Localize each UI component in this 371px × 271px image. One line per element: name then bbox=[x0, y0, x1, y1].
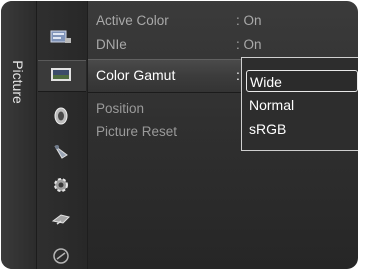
menu-item-label: DNIe bbox=[96, 37, 127, 52]
color-gamut-dropdown: Wide Normal sRGB bbox=[241, 57, 358, 151]
menu-item-label: Position bbox=[96, 101, 145, 116]
menu-item-label: Picture Reset bbox=[96, 124, 178, 139]
menu-icon-column bbox=[37, 1, 88, 269]
channel-icon[interactable] bbox=[48, 140, 74, 164]
option-label: sRGB bbox=[249, 121, 287, 137]
category-label: Picture bbox=[4, 45, 32, 119]
sound-icon[interactable] bbox=[48, 104, 74, 128]
dropdown-option-wide[interactable]: Wide bbox=[246, 70, 358, 92]
tv-osd-menu: Picture Active Color: On DNIe: On Colo… bbox=[1, 1, 358, 269]
dropdown-option-srgb[interactable]: sRGB bbox=[246, 118, 358, 140]
help-icon[interactable] bbox=[48, 244, 74, 268]
menu-item-value: : On bbox=[236, 37, 262, 52]
dropdown-option-normal[interactable]: Normal bbox=[246, 94, 358, 116]
support-icon[interactable] bbox=[48, 208, 74, 232]
menu-item-value: : On bbox=[236, 13, 262, 28]
menu-item-value: : bbox=[236, 67, 240, 83]
option-label: Wide bbox=[250, 74, 282, 90]
menu-item-dnie[interactable]: DNIe : On bbox=[96, 37, 356, 59]
option-label: Normal bbox=[249, 97, 295, 113]
menu-item-active-color[interactable]: Active Color : On bbox=[96, 13, 356, 35]
setup-icon[interactable] bbox=[48, 173, 74, 197]
category-strip: Picture bbox=[1, 1, 37, 269]
picture-icon[interactable] bbox=[38, 60, 86, 92]
menu-item-label: Color Gamut bbox=[96, 67, 176, 83]
input-icon[interactable] bbox=[48, 25, 74, 49]
menu-item-label: Active Color bbox=[96, 13, 169, 28]
category-label-text: Picture bbox=[10, 60, 26, 104]
